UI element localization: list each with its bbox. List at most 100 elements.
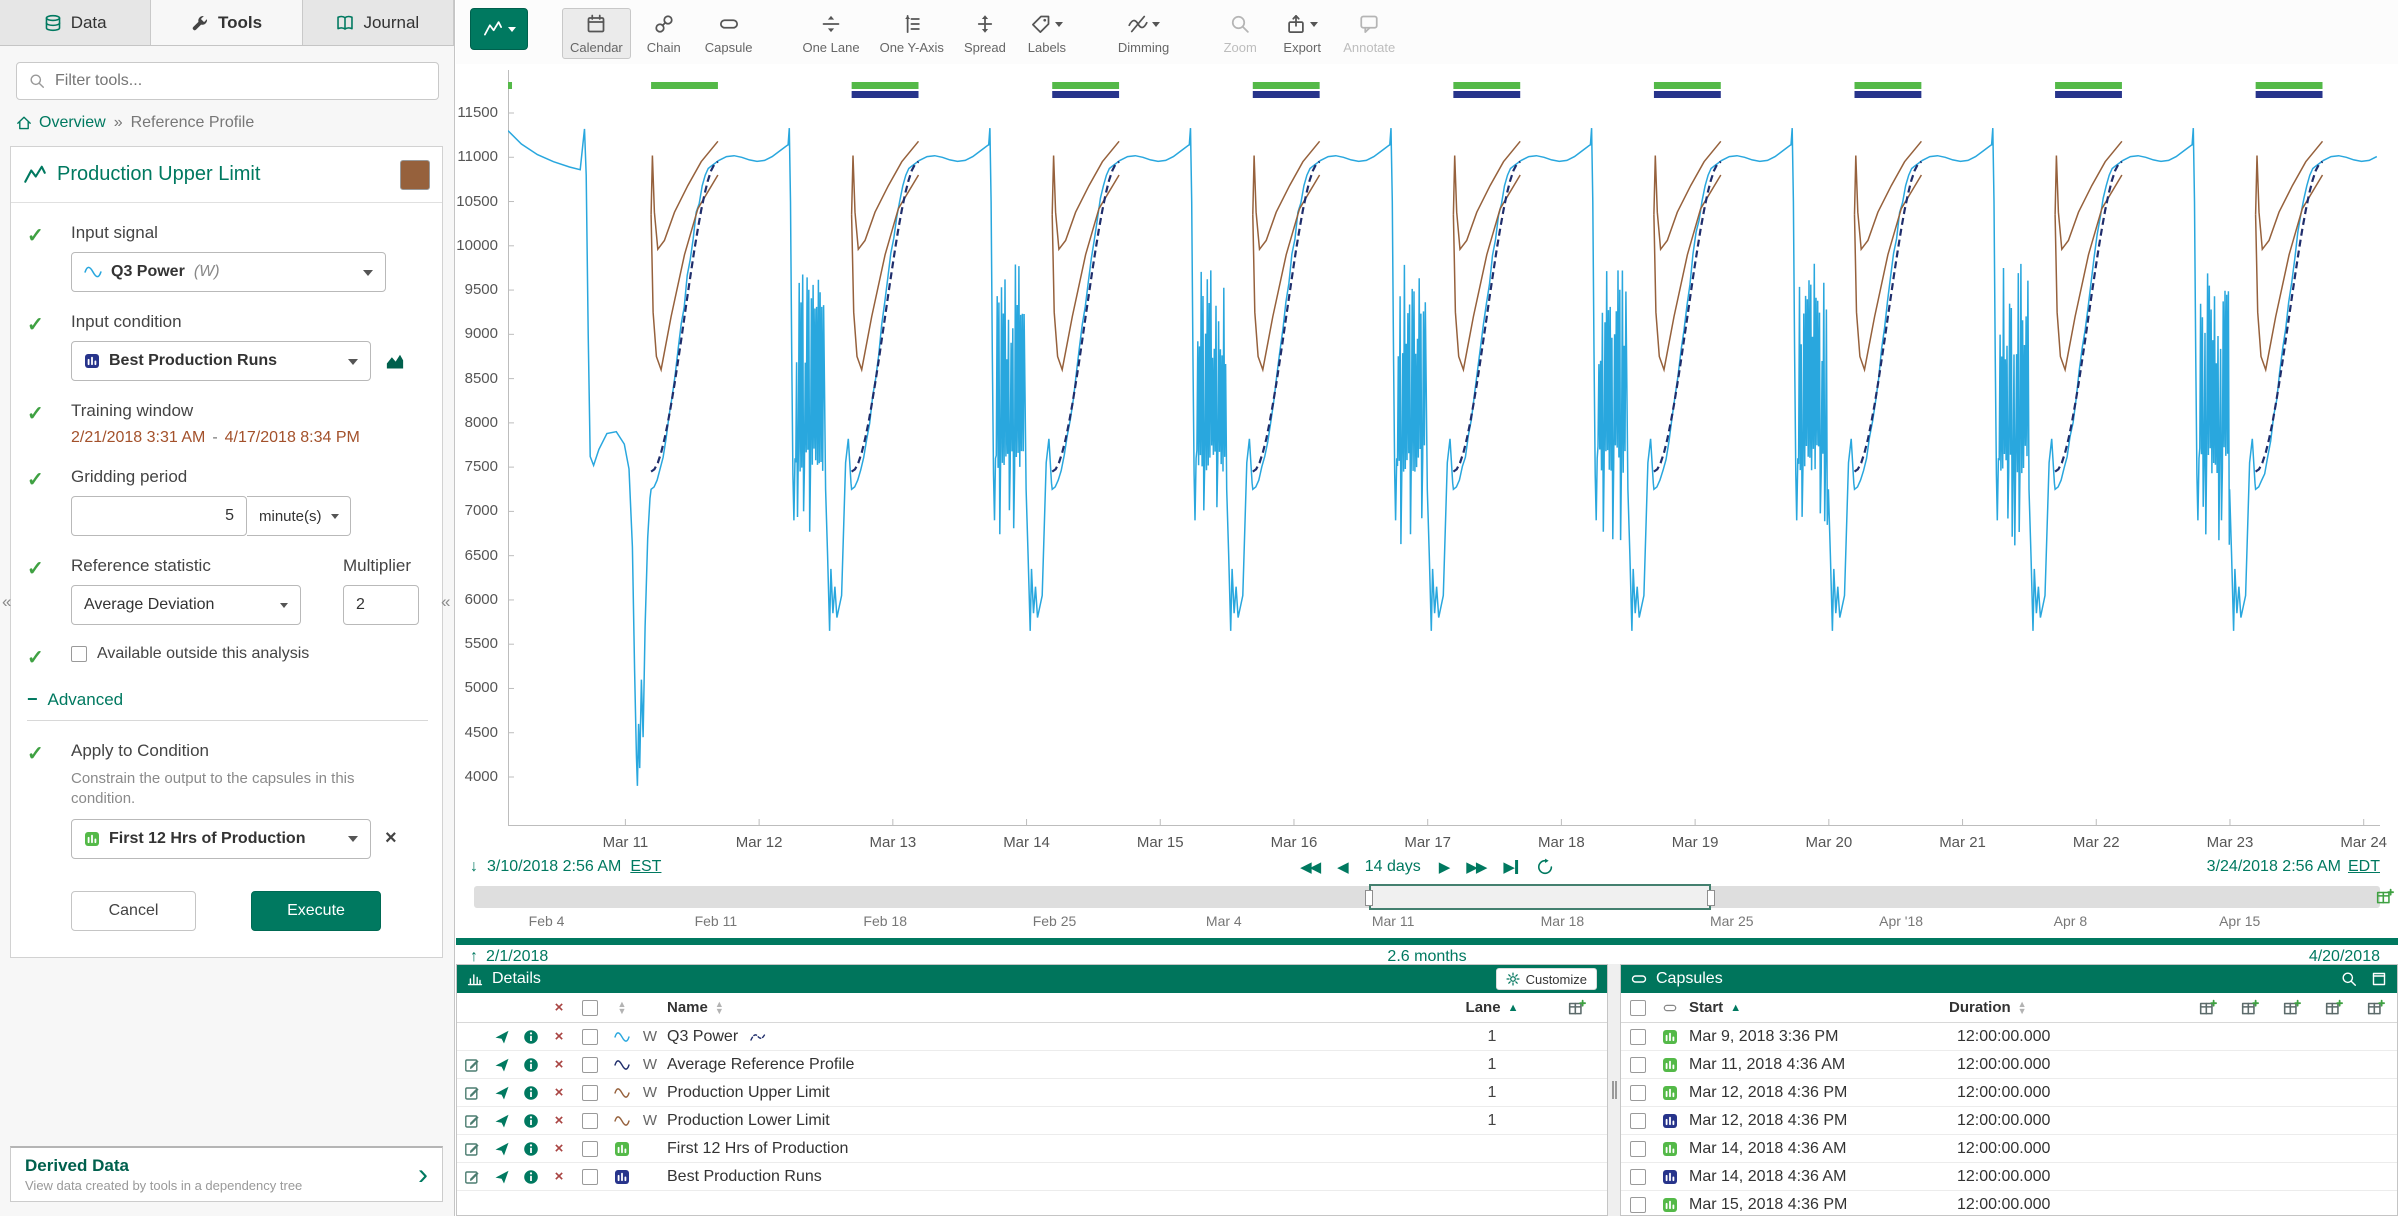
training-window-dates[interactable]: 2/21/2018 3:31 AM-4/17/2018 8:34 PM: [71, 429, 428, 447]
display-range-end[interactable]: 3/24/2018 2:56 AM: [2207, 858, 2341, 876]
advanced-section-toggle[interactable]: Advanced: [27, 689, 428, 721]
color-swatch-button[interactable]: [400, 160, 430, 190]
capsule-checkbox[interactable]: [1630, 1113, 1646, 1129]
timezone-start[interactable]: EST: [630, 858, 661, 876]
capsule-table-icon[interactable]: [2199, 999, 2217, 1017]
add-column-icon[interactable]: [1568, 999, 1586, 1017]
multiplier-input[interactable]: [343, 585, 419, 625]
overview-slider-selection[interactable]: [1369, 884, 1711, 910]
capsule-time-icon[interactable]: [2376, 888, 2394, 906]
available-outside-checkbox[interactable]: [71, 646, 87, 662]
toolbar-dimming[interactable]: Dimming: [1110, 8, 1177, 59]
step-back-button[interactable]: [1337, 858, 1347, 876]
remove-all-icon[interactable]: [545, 993, 573, 1022]
step-forward-button[interactable]: [1439, 858, 1449, 876]
info-icon[interactable]: [523, 1029, 539, 1045]
clear-condition-button[interactable]: [385, 827, 397, 850]
column-start-header[interactable]: Start: [1689, 999, 1723, 1016]
table-export-icon[interactable]: [2367, 999, 2385, 1017]
tab-tools[interactable]: Tools: [151, 0, 302, 45]
remove-icon[interactable]: [545, 1051, 573, 1078]
column-duration-header[interactable]: Duration: [1949, 999, 2011, 1016]
toolbar-chain[interactable]: Chain: [635, 8, 693, 59]
gridding-unit-select[interactable]: minute(s): [247, 496, 351, 536]
row-checkbox[interactable]: [582, 1141, 598, 1157]
toolbar-export[interactable]: Export: [1273, 8, 1331, 59]
column-name-header[interactable]: Name: [667, 999, 708, 1016]
toolbar-one-y-axis[interactable]: One Y-Axis: [872, 8, 952, 59]
step-back-fast-button[interactable]: [1300, 858, 1319, 876]
trend-view-button[interactable]: [470, 8, 528, 50]
toolbar-capsule[interactable]: Capsule: [697, 8, 761, 59]
info-icon[interactable]: [523, 1169, 539, 1185]
trend-chart[interactable]: [508, 70, 2380, 826]
capsule-row[interactable]: Mar 14, 2018 4:36 AM12:00:00.000: [1621, 1135, 2397, 1163]
remove-icon[interactable]: [545, 1107, 573, 1134]
remove-icon[interactable]: [545, 1163, 573, 1190]
capsule-row[interactable]: Mar 14, 2018 4:36 AM12:00:00.000: [1621, 1163, 2397, 1191]
timezone-end[interactable]: EDT: [2348, 858, 2380, 876]
execute-button[interactable]: Execute: [251, 891, 381, 931]
capsule-checkbox[interactable]: [1630, 1085, 1646, 1101]
sort-duration-icon[interactable]: [2018, 1001, 2027, 1015]
input-signal-select[interactable]: Q3 Power (W): [71, 252, 386, 292]
edit-icon[interactable]: [464, 1141, 480, 1157]
edit-icon[interactable]: [464, 1057, 480, 1073]
slider-handle-left[interactable]: [1365, 890, 1373, 906]
sort-name-icon[interactable]: [715, 1001, 724, 1015]
toolbar-calendar[interactable]: Calendar: [562, 8, 631, 59]
range-duration-label[interactable]: 14 days: [1365, 858, 1421, 876]
reference-statistic-select[interactable]: Average Deviation: [71, 585, 301, 625]
toolbar-one-lane[interactable]: One Lane: [794, 8, 867, 59]
step-to-end-button[interactable]: [1503, 858, 1518, 876]
capsule-row[interactable]: Mar 12, 2018 4:36 PM12:00:00.000: [1621, 1079, 2397, 1107]
capsule-checkbox[interactable]: [1630, 1141, 1646, 1157]
capsule-checkbox[interactable]: [1630, 1197, 1646, 1213]
filter-tools-input[interactable]: [55, 72, 426, 90]
table-add-row-icon[interactable]: [2283, 999, 2301, 1017]
expand-panel-icon[interactable]: [2371, 971, 2387, 987]
send-to-trend-icon[interactable]: [494, 1029, 510, 1045]
toolbar-spread[interactable]: Spread: [956, 8, 1014, 59]
toolbar-labels[interactable]: Labels: [1018, 8, 1076, 59]
capsule-checkbox[interactable]: [1630, 1057, 1646, 1073]
breadcrumb-overview[interactable]: Overview: [16, 114, 106, 132]
send-to-trend-icon[interactable]: [494, 1085, 510, 1101]
table-stats-icon[interactable]: [2325, 999, 2343, 1017]
select-all-checkbox[interactable]: [582, 1000, 598, 1016]
item-name[interactable]: Average Reference Profile: [663, 1051, 1437, 1078]
item-name[interactable]: First 12 Hrs of Production: [663, 1135, 1437, 1162]
item-name[interactable]: Production Upper Limit: [663, 1079, 1437, 1106]
remove-icon[interactable]: [545, 1023, 573, 1050]
info-icon[interactable]: [523, 1057, 539, 1073]
collapse-sidebar-handle-left[interactable]: [2, 592, 11, 612]
view-condition-icon[interactable]: [385, 351, 405, 371]
slider-handle-right[interactable]: [1707, 890, 1715, 906]
search-icon[interactable]: [2341, 971, 2357, 987]
capsule-row[interactable]: Mar 12, 2018 4:36 PM12:00:00.000: [1621, 1107, 2397, 1135]
info-icon[interactable]: [523, 1113, 539, 1129]
apply-condition-select[interactable]: First 12 Hrs of Production: [71, 819, 371, 859]
send-to-trend-icon[interactable]: [494, 1141, 510, 1157]
edit-icon[interactable]: [464, 1169, 480, 1185]
row-checkbox[interactable]: [582, 1057, 598, 1073]
gridding-period-input[interactable]: [71, 496, 247, 536]
display-range-start[interactable]: 3/10/2018 2:56 AM: [487, 858, 621, 876]
tab-journal[interactable]: Journal: [303, 0, 454, 45]
send-to-trend-icon[interactable]: [494, 1057, 510, 1073]
remove-icon[interactable]: [545, 1135, 573, 1162]
table-add-column-icon[interactable]: [2241, 999, 2259, 1017]
cancel-button[interactable]: Cancel: [71, 891, 196, 931]
send-to-trend-icon[interactable]: [494, 1169, 510, 1185]
capsule-row[interactable]: Mar 9, 2018 3:36 PM12:00:00.000: [1621, 1023, 2397, 1051]
capsule-row[interactable]: Mar 15, 2018 4:36 PM12:00:00.000: [1621, 1191, 2397, 1216]
sort-type-icon[interactable]: [618, 1001, 627, 1015]
panel-splitter[interactable]: [1608, 964, 1620, 1216]
column-lane-header[interactable]: Lane: [1466, 999, 1501, 1016]
remove-icon[interactable]: [545, 1079, 573, 1106]
row-checkbox[interactable]: [582, 1169, 598, 1185]
select-all-capsules-checkbox[interactable]: [1630, 1000, 1646, 1016]
edit-icon[interactable]: [464, 1085, 480, 1101]
capsule-checkbox[interactable]: [1630, 1169, 1646, 1185]
item-name[interactable]: Best Production Runs: [663, 1163, 1437, 1190]
